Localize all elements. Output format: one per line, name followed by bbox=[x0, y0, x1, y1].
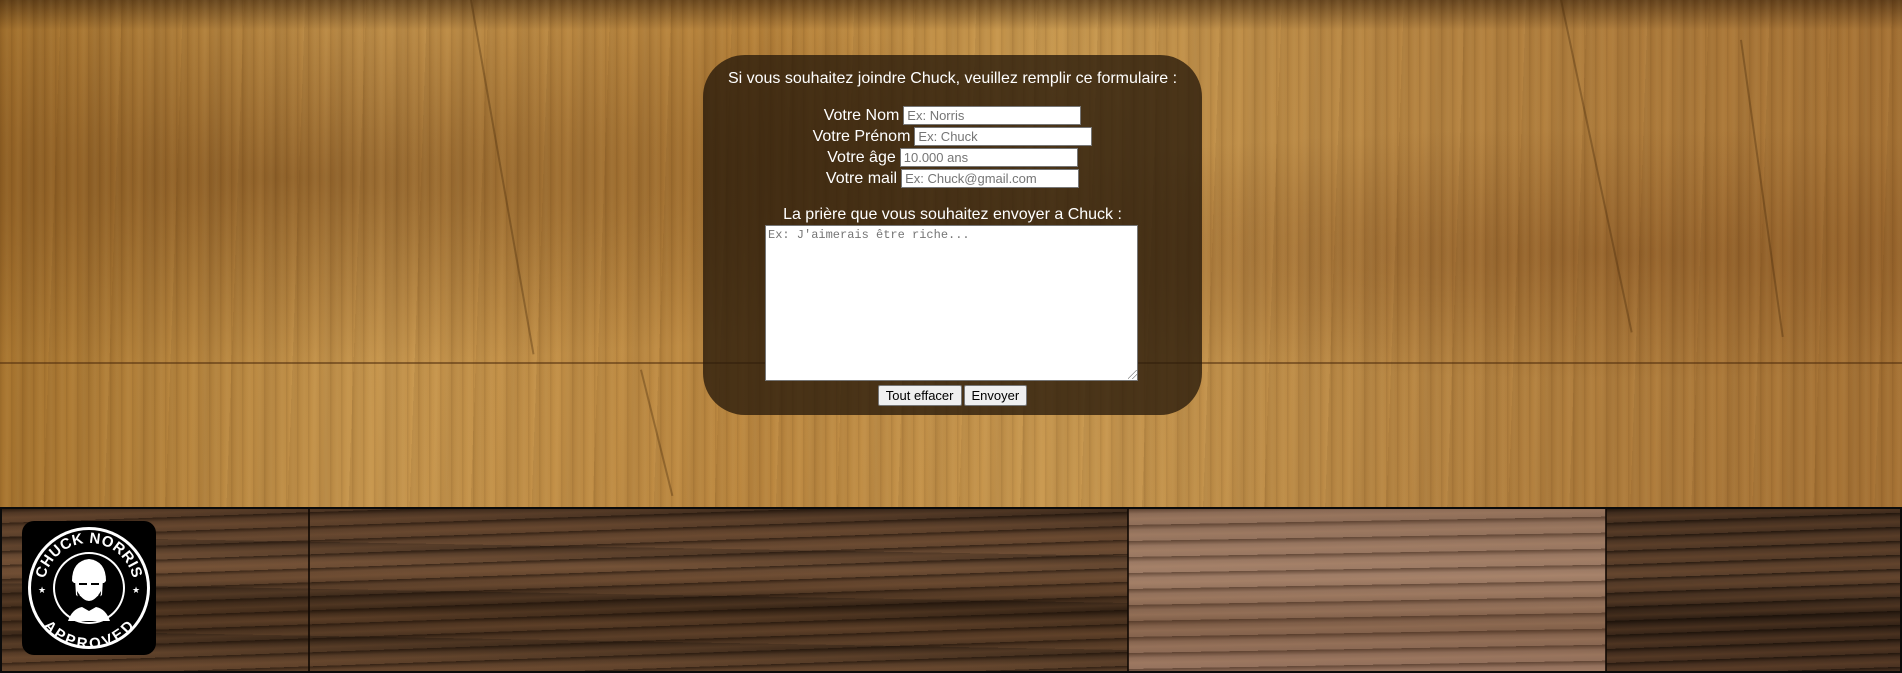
name-input[interactable] bbox=[903, 106, 1082, 125]
page: Si vous souhaitez joindre Chuck, veuille… bbox=[0, 0, 1902, 673]
footer-plank-seam bbox=[1605, 509, 1607, 671]
age-input[interactable] bbox=[899, 148, 1078, 167]
footer-wood-plank bbox=[1128, 509, 1606, 671]
form-intro-text: Si vous souhaitez joindre Chuck, veuille… bbox=[727, 70, 1178, 87]
star-icon: ★ bbox=[132, 586, 140, 596]
firstname-row: Votre Prénom bbox=[703, 126, 1202, 147]
contact-form: Si vous souhaitez joindre Chuck, veuille… bbox=[703, 55, 1202, 415]
chuck-norris-approved-logo: CHUCK NORRIS APPROVED ★ ★ bbox=[22, 521, 156, 655]
reset-button[interactable]: Tout effacer bbox=[877, 385, 962, 406]
age-row: Votre âge bbox=[703, 147, 1202, 168]
footer-plank-seam bbox=[308, 509, 310, 671]
email-input[interactable] bbox=[901, 169, 1080, 188]
footer-plank-seam bbox=[1127, 509, 1129, 671]
age-label: Votre âge bbox=[827, 148, 896, 166]
star-icon: ★ bbox=[38, 586, 46, 596]
email-row: Votre mail bbox=[703, 168, 1202, 189]
footer-wood-plank bbox=[1606, 509, 1900, 671]
firstname-input[interactable] bbox=[914, 127, 1093, 146]
textarea-resize-handle[interactable] bbox=[1128, 370, 1137, 379]
footer bbox=[0, 507, 1902, 673]
logo-seal-icon: CHUCK NORRIS APPROVED ★ ★ bbox=[28, 527, 150, 653]
footer-wood-plank bbox=[2, 509, 1128, 671]
name-row: Votre Nom bbox=[703, 105, 1202, 126]
firstname-label: Votre Prénom bbox=[812, 127, 911, 145]
submit-button[interactable]: Envoyer bbox=[963, 385, 1028, 406]
form-buttons: Tout effacer Envoyer bbox=[703, 385, 1202, 406]
prayer-label: La prière que vous souhaitez envoyer a C… bbox=[783, 206, 1122, 223]
prayer-textarea[interactable] bbox=[765, 225, 1138, 381]
name-label: Votre Nom bbox=[823, 106, 900, 124]
email-label: Votre mail bbox=[825, 169, 898, 187]
